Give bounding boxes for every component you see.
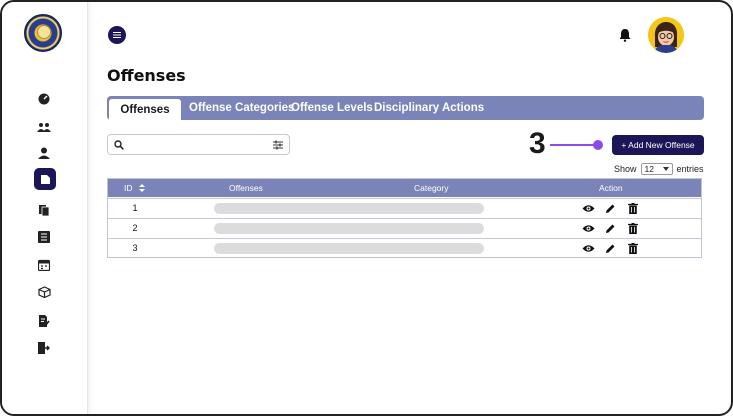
eye-icon (582, 225, 595, 232)
search-input[interactable] (107, 134, 290, 155)
sidebar-item-users[interactable] (35, 118, 53, 136)
sidebar (2, 2, 88, 414)
edit-button[interactable] (604, 202, 617, 215)
page-title: Offenses (107, 66, 186, 85)
row-id: 2 (132, 223, 138, 233)
entries-select[interactable]: 12 (640, 163, 673, 175)
user-icon (38, 147, 50, 159)
add-new-offense-label: + Add New Offense (621, 140, 695, 150)
sidebar-item-box[interactable] (35, 283, 53, 301)
add-new-offense-button[interactable]: + Add New Offense (612, 135, 704, 155)
column-header-id[interactable]: ID (124, 179, 145, 197)
sidebar-item-user[interactable] (35, 144, 53, 162)
column-header-category: Category (414, 183, 449, 193)
school-logo (24, 14, 62, 52)
delete-button[interactable] (626, 242, 639, 255)
table-row: 1 (108, 198, 701, 218)
box-icon (37, 286, 51, 298)
sidebar-item-logout[interactable] (35, 339, 53, 357)
show-label: Show (614, 164, 637, 174)
hamburger-icon (113, 32, 121, 38)
row-content-placeholder (214, 223, 484, 234)
logout-icon (38, 342, 50, 354)
trash-icon (627, 203, 638, 214)
sidebar-item-list[interactable] (35, 228, 53, 246)
pencil-icon (606, 224, 615, 233)
tab-offense-levels[interactable]: Offense Levels (291, 96, 373, 120)
sidebar-item-offenses[interactable] (34, 168, 56, 190)
row-actions (582, 202, 639, 215)
calendar-icon (38, 259, 50, 271)
user-avatar-icon (648, 17, 684, 53)
view-button[interactable] (582, 202, 595, 215)
eye-icon (582, 205, 595, 212)
row-actions (582, 242, 639, 255)
annotation-pointer-dot (593, 140, 603, 150)
sidebar-item-calendar[interactable] (35, 256, 53, 274)
offenses-table: ID Offenses Category Action 1 2 3 (107, 178, 702, 258)
row-content-placeholder (214, 243, 484, 254)
sidebar-item-dashboard[interactable] (35, 90, 53, 108)
table-header: ID Offenses Category Action (108, 179, 701, 197)
pencil-icon (606, 204, 615, 213)
row-id: 1 (132, 203, 138, 213)
view-button[interactable] (582, 222, 595, 235)
column-header-offenses: Offenses (229, 183, 263, 193)
documents-icon (39, 205, 50, 216)
entries-value: 12 (644, 164, 654, 174)
pencil-icon (606, 244, 615, 253)
row-id: 3 (132, 243, 138, 253)
table-row: 3 (108, 238, 701, 258)
annotation-step-number: 3 (529, 127, 546, 160)
tab-disciplinary-actions[interactable]: Disciplinary Actions (374, 96, 484, 120)
folder-icon (40, 174, 50, 184)
delete-button[interactable] (626, 202, 639, 215)
edit-button[interactable] (604, 222, 617, 235)
caret-down-icon (662, 167, 669, 171)
delete-button[interactable] (626, 222, 639, 235)
app-window: Offenses Offenses Offense Categories Off… (0, 0, 733, 416)
table-row: 2 (108, 218, 701, 238)
trash-icon (627, 243, 638, 254)
annotation-pointer-line (550, 144, 596, 146)
edit-document-icon (39, 315, 50, 327)
row-actions (582, 222, 639, 235)
sort-icon (138, 184, 145, 192)
notifications-button[interactable] (619, 28, 633, 44)
entries-label: entries (676, 164, 704, 174)
menu-button[interactable] (108, 26, 126, 44)
search-field[interactable] (128, 137, 268, 152)
dashboard-icon (38, 93, 50, 105)
tab-offenses[interactable]: Offenses (109, 99, 181, 121)
bell-icon (619, 29, 631, 42)
search-icon (114, 140, 124, 150)
show-entries: Show 12 entries (614, 163, 704, 175)
column-header-action: Action (599, 183, 623, 193)
view-button[interactable] (582, 242, 595, 255)
sidebar-item-documents[interactable] (35, 201, 53, 219)
row-content-placeholder (214, 203, 484, 214)
list-icon (38, 231, 50, 243)
avatar[interactable] (648, 17, 684, 53)
sidebar-item-reports[interactable] (35, 312, 53, 330)
filter-sliders-icon[interactable] (273, 140, 283, 150)
trash-icon (627, 223, 638, 234)
tab-offense-categories[interactable]: Offense Categories (189, 96, 294, 120)
eye-icon (582, 245, 595, 252)
tab-bar: Offenses Offense Categories Offense Leve… (107, 96, 704, 121)
edit-button[interactable] (604, 242, 617, 255)
users-icon (37, 123, 51, 132)
